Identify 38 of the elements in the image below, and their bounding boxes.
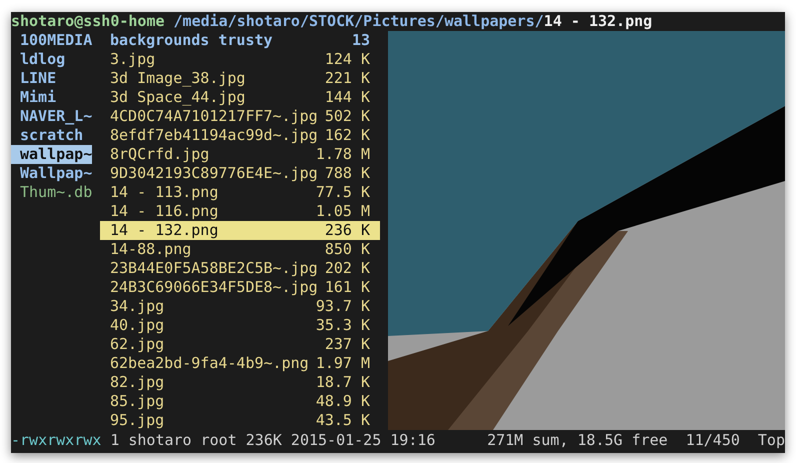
file-row[interactable]: 23B44E0F5A58BE2C5B~.jpg 202 K	[100, 259, 380, 278]
folder-item[interactable]: Wallpap~	[11, 164, 92, 183]
folder-item[interactable]: 100MEDIA	[11, 31, 92, 50]
file-info: 1 shotaro root 236K 2015-01-25 19:16	[110, 430, 436, 451]
file-row[interactable]: 4CD0C74A7101217FF7~.jpg 502 K	[100, 107, 380, 126]
file-row[interactable]: 40.jpg 35.3 K	[100, 316, 380, 335]
disk-summary: 271M sum, 18.5G free	[487, 430, 668, 451]
file-row[interactable]: 24B3C69066E34F5DE8~.jpg 161 K	[100, 278, 380, 297]
file-row[interactable]: 34.jpg 93.7 K	[100, 297, 380, 316]
folder-item[interactable]: Mimi	[11, 88, 92, 107]
file-row[interactable]: 9D3042193C89776E4E~.jpg 788 K	[100, 164, 380, 183]
file-row[interactable]: 14 - 132.png 236 K	[100, 221, 380, 240]
file-name: 14 - 132.png	[544, 12, 652, 31]
file-position: 11/450	[686, 430, 740, 451]
directory-path: /media/shotaro/STOCK/Pictures/wallpapers/	[174, 12, 544, 31]
file-row[interactable]: 14 - 116.png 1.05 M	[100, 202, 380, 221]
file-row[interactable]: 3d Space_44.jpg 144 K	[100, 88, 380, 107]
file-row[interactable]: 14 - 113.png 77.5 K	[100, 183, 380, 202]
file-item[interactable]: Thum~.db	[11, 183, 92, 202]
user-host: shotaro@ssh0-home	[11, 12, 165, 31]
file-row[interactable]: 8rQCrfd.jpg 1.78 M	[100, 145, 380, 164]
permissions: -rwxrwxrwx	[11, 430, 102, 451]
file-row[interactable]: 62bea2bd-9fa4-4b9~.png 1.97 M	[100, 354, 380, 373]
folder-item[interactable]: scratch	[11, 126, 92, 145]
file-row[interactable]: 3.jpg 124 K	[100, 50, 380, 69]
scroll-position: Top	[758, 430, 785, 451]
file-row[interactable]: 62.jpg 237 K	[100, 335, 380, 354]
file-row[interactable]: 14-88.png 850 K	[100, 240, 380, 259]
file-row[interactable]: 3d Image_38.jpg 221 K	[100, 69, 380, 88]
folder-item[interactable]: wallpap~	[11, 145, 92, 164]
file-row[interactable]: 82.jpg 18.7 K	[100, 373, 380, 392]
folder-item[interactable]: NAVER_L~	[11, 107, 92, 126]
folder-item[interactable]: ldlog	[11, 50, 92, 69]
file-row[interactable]: 8efdf7eb41194ac99d~.jpg 162 K	[100, 126, 380, 145]
file-row[interactable]: 85.jpg 48.9 K	[100, 392, 380, 411]
folder-row[interactable]: backgrounds trusty 13	[100, 31, 380, 50]
file-row[interactable]: 95.jpg 43.5 K	[100, 411, 380, 430]
folder-item[interactable]: LINE	[11, 69, 92, 88]
